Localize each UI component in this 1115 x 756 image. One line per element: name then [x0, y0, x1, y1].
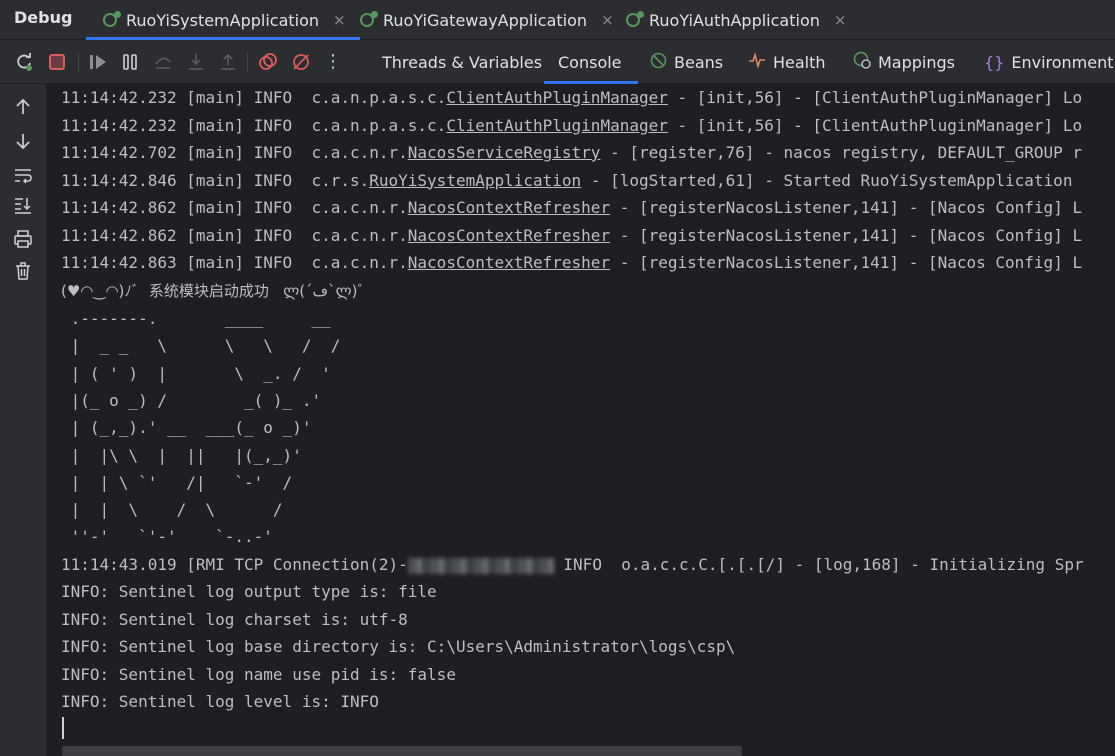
panel-title: Debug	[14, 8, 73, 27]
scroll-to-end-icon[interactable]	[12, 194, 34, 216]
toolbar-separator	[78, 52, 79, 72]
log-suffix: - [registerNacosListener,141] - [Nacos C…	[610, 253, 1083, 272]
sentinel-log-line: INFO: Sentinel log name use pid is: fals…	[61, 664, 456, 684]
class-link[interactable]: RuoYiSystemApplication	[369, 171, 581, 190]
sentinel-log-line: INFO: Sentinel log output type is: file	[61, 582, 437, 601]
log-line: 11:14:42.702 [main] INFO c.a.c.n.r.Nacos…	[61, 143, 1082, 163]
tab-label: Beans	[674, 52, 724, 72]
redacted-address	[407, 557, 554, 574]
log-suffix: - [registerNacosListener,141] - [Nacos C…	[610, 225, 1083, 245]
log-suffix: - [register,76] - nacos registry, DEFAUL…	[600, 143, 1083, 162]
close-icon[interactable]: ×	[834, 11, 847, 29]
ascii-art-line: .-------. ____ __	[61, 309, 331, 328]
log-prefix: 11:14:42.232 [main] INFO c.a.n.p.a.s.c.	[61, 88, 447, 107]
debug-tool-window-header: Debug RuoYiSystemApplication × RuoYiGate…	[0, 0, 1115, 40]
spring-run-icon	[625, 11, 644, 29]
tab-console[interactable]: Console	[544, 40, 637, 84]
log-suffix: INFO o.a.c.c.C.[.[.[/] - [log,168] - Ini…	[553, 555, 1084, 574]
ascii-art-line: ''-' `'-' `-..-'	[61, 527, 273, 547]
ascii-art-line: |(_ o _) / _( )_ .'	[61, 390, 322, 410]
rerun-icon[interactable]	[14, 52, 34, 72]
tab-label: Environment	[1011, 52, 1114, 72]
log-prefix: 11:14:42.846 [main] INFO c.r.s.	[61, 170, 370, 190]
sentinel-log-line: INFO: Sentinel log level is: INFO	[61, 692, 379, 711]
class-link[interactable]: NacosContextRefresher	[408, 253, 610, 272]
class-link[interactable]: NacosContextRefresher	[408, 198, 610, 217]
class-link[interactable]: ClientAuthPluginManager	[446, 88, 668, 107]
input-caret	[62, 717, 64, 739]
trash-icon[interactable]	[12, 260, 34, 282]
print-icon[interactable]	[12, 228, 34, 250]
log-prefix: 11:14:42.863 [main] INFO c.a.c.n.r.	[61, 253, 408, 272]
log-prefix: 11:14:42.862 [main] INFO c.a.c.n.r.	[61, 225, 408, 245]
up-arrow-icon[interactable]	[12, 96, 34, 118]
tab-ruoyi-gateway-application[interactable]: RuoYiGatewayApplication ×	[359, 0, 614, 40]
console-output[interactable]: 11:14:42.232 [main] INFO c.a.n.p.a.s.c.C…	[48, 84, 1115, 756]
log-prefix: 11:14:42.232 [main] INFO c.a.n.p.a.s.c.	[61, 115, 447, 135]
sentinel-log-line: INFO: Sentinel log charset is: utf-8	[61, 609, 408, 629]
step-over-icon[interactable]	[153, 52, 173, 72]
log-suffix: - [init,56] - [ClientAuthPluginManager] …	[667, 115, 1083, 135]
ascii-art-line: | (_,_).' __ ___(_ o _)'	[61, 418, 312, 438]
tab-label: RuoYiSystemApplication	[126, 10, 320, 30]
startup-banner-title: (♥◠‿◠)ﾉﾞ 系统模块启动成功 ლ(´ڡ`ლ)ﾞ	[61, 282, 365, 300]
tab-threads-variables[interactable]: Threads & Variables	[382, 40, 542, 84]
pause-icon[interactable]	[120, 52, 140, 72]
more-icon[interactable]: ⋮	[323, 52, 343, 72]
tab-label: Threads & Variables	[382, 52, 543, 72]
class-link[interactable]: NacosServiceRegistry	[408, 143, 601, 162]
tab-label: RuoYiGatewayApplication	[383, 10, 588, 30]
mappings-icon	[853, 51, 871, 73]
class-link[interactable]: NacosContextRefresher	[408, 226, 610, 245]
soft-wrap-icon[interactable]	[12, 164, 34, 186]
beans-icon	[650, 52, 667, 73]
ascii-art-line: | |\ \ | || |(_,_)'	[61, 445, 302, 465]
sentinel-log-line: INFO: Sentinel log base directory is: C:…	[61, 637, 736, 656]
log-line: 11:14:42.862 [main] INFO c.a.c.n.r.Nacos…	[61, 198, 1082, 218]
log-prefix: 11:14:43.019 [RMI TCP Connection(2)-	[61, 555, 408, 574]
spring-run-icon	[359, 11, 378, 29]
ascii-art-line: | | \ / \ /	[61, 500, 283, 520]
log-suffix: - [registerNacosListener,141] - [Nacos C…	[610, 198, 1083, 217]
mute-breakpoints-icon[interactable]	[291, 52, 311, 72]
tab-beans[interactable]: Beans	[650, 40, 723, 84]
log-prefix: 11:14:42.862 [main] INFO c.a.c.n.r.	[61, 198, 408, 217]
tab-label: Mappings	[878, 52, 955, 72]
step-out-icon[interactable]	[218, 52, 238, 72]
stop-icon[interactable]	[49, 54, 65, 70]
tab-ruoyi-auth-application[interactable]: RuoYiAuthApplication ×	[625, 0, 846, 40]
console-side-toolbar	[0, 84, 47, 756]
view-breakpoints-icon[interactable]	[258, 52, 278, 72]
spring-run-icon	[102, 11, 121, 29]
toolbar-separator	[247, 52, 248, 72]
tab-ruoyi-system-application[interactable]: RuoYiSystemApplication ×	[86, 0, 360, 40]
rmi-log-line: 11:14:43.019 [RMI TCP Connection(2)- INF…	[61, 555, 1084, 575]
close-icon[interactable]: ×	[333, 11, 346, 29]
log-line: 11:14:42.862 [main] INFO c.a.c.n.r.Nacos…	[61, 226, 1082, 246]
step-into-icon[interactable]	[186, 52, 206, 72]
log-suffix: - [init,56] - [ClientAuthPluginManager] …	[667, 88, 1083, 107]
ascii-art-line: | ( ' ) | \ _. / '	[61, 363, 331, 383]
horizontal-scrollbar[interactable]	[62, 746, 742, 756]
ascii-art-line: | | \ `' /| `-' /	[61, 472, 293, 492]
class-link[interactable]: ClientAuthPluginManager	[446, 116, 668, 135]
health-icon	[748, 51, 766, 73]
log-line: 11:14:42.232 [main] INFO c.a.n.p.a.s.c.C…	[61, 88, 1082, 108]
tab-label: Health	[773, 52, 826, 72]
tab-environment[interactable]: {} Environment	[984, 40, 1114, 84]
tab-label: RuoYiAuthApplication	[649, 10, 820, 30]
resume-icon[interactable]	[88, 52, 108, 72]
log-line: 11:14:42.846 [main] INFO c.r.s.RuoYiSyst…	[61, 171, 1072, 191]
down-arrow-icon[interactable]	[12, 130, 34, 152]
ascii-art-line: | _ _ \ \ \ / /	[61, 336, 341, 356]
close-icon[interactable]: ×	[601, 11, 614, 29]
environment-icon: {}	[984, 52, 1005, 72]
log-prefix: 11:14:42.702 [main] INFO c.a.c.n.r.	[61, 143, 408, 162]
tab-health[interactable]: Health	[748, 40, 826, 84]
tab-label: Console	[558, 52, 622, 72]
tab-mappings[interactable]: Mappings	[853, 40, 955, 84]
log-suffix: - [logStarted,61] - Started RuoYiSystemA…	[581, 170, 1073, 190]
log-line: 11:14:42.863 [main] INFO c.a.c.n.r.Nacos…	[61, 253, 1082, 273]
log-line: 11:14:42.232 [main] INFO c.a.n.p.a.s.c.C…	[61, 116, 1082, 136]
